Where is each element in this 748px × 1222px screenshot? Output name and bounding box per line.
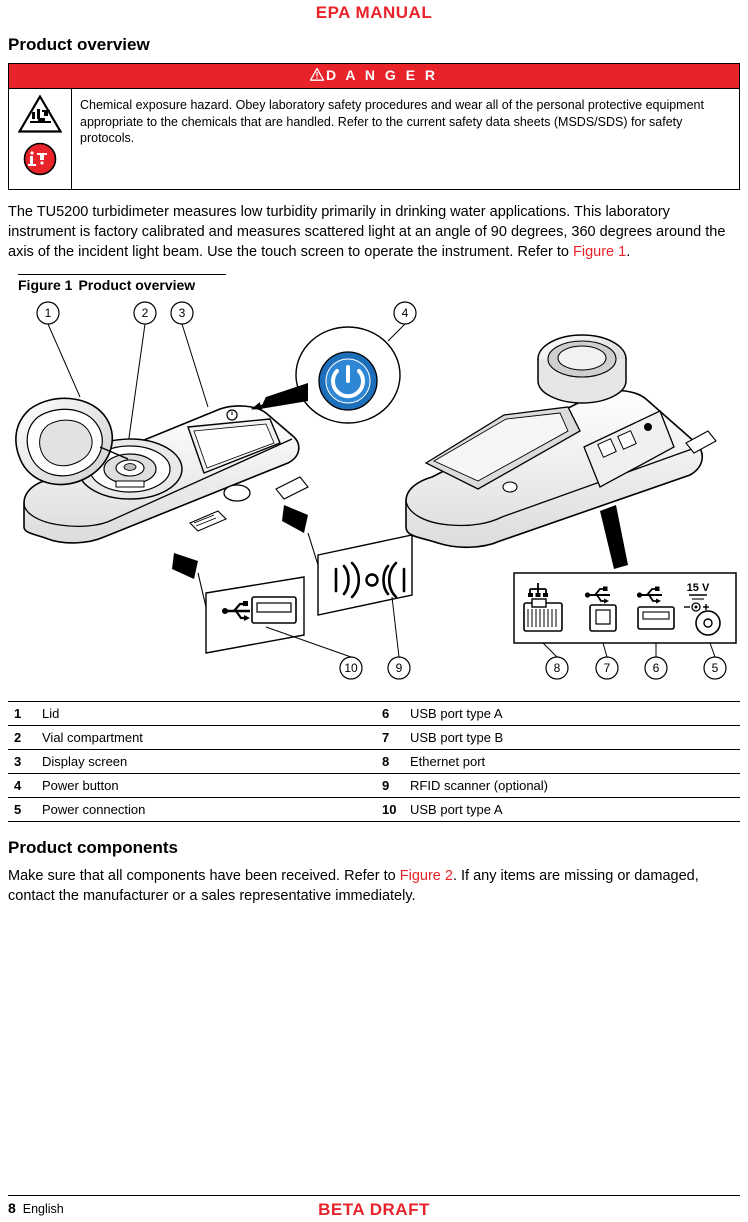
svg-text:5: 5 [712, 661, 719, 675]
legend-label: Power button [36, 773, 376, 798]
table-row: 3 Display screen 8 Ethernet port [8, 749, 740, 774]
legend-label: USB port type B [404, 725, 740, 750]
table-row: 5 Power connection 10 USB port type A [8, 797, 740, 822]
figure-callouts-bottom: 10 9 8 7 6 5 [339, 656, 727, 680]
legend-label: USB port type A [404, 701, 740, 726]
figure2-xref[interactable]: Figure 2 [400, 868, 453, 884]
rear-connector-panel-detail: 15 V [513, 505, 737, 644]
figure-1-product-overview: 1 2 3 4 15 V 10 9 8 7 6 5 [8, 297, 740, 697]
chemical-hazard-icon [17, 94, 63, 138]
lid-closed [537, 334, 627, 404]
figure1-xref[interactable]: Figure 1 [573, 244, 626, 260]
figure-caption-number: Figure 1 [18, 277, 73, 293]
legend-num: 5 [8, 797, 36, 822]
page-title: Product overview [8, 35, 150, 54]
intro-paragraph: The TU5200 turbidimeter measures low tur… [8, 202, 740, 262]
figure-caption-title: Product overview [78, 277, 196, 293]
instrument-left-view [15, 397, 309, 544]
svg-text:2: 2 [142, 306, 149, 320]
legend-label: Ethernet port [404, 749, 740, 774]
page: EPA MANUAL Product overview D A N G E R [0, 0, 748, 1222]
legend-label: Display screen [36, 749, 376, 774]
legend-label: RFID scanner (optional) [404, 773, 740, 798]
danger-text: Chemical exposure hazard. Obey laborator… [80, 98, 704, 145]
instrument-right-view [405, 334, 717, 549]
legend-num: 6 [376, 701, 404, 726]
warning-triangle-icon [309, 67, 325, 84]
svg-text:1: 1 [45, 306, 52, 320]
usb-port-detail [172, 553, 305, 654]
svg-text:4: 4 [402, 306, 409, 320]
intro-part2: . [626, 244, 631, 260]
header-banner: EPA MANUAL [315, 3, 433, 22]
figure-legend-table: 1 Lid 6 USB port type A 2 Vial compartme… [8, 701, 740, 822]
table-row: 4 Power button 9 RFID scanner (optional) [8, 773, 740, 798]
footer-banner: BETA DRAFT [318, 1200, 430, 1219]
danger-icons [9, 89, 72, 189]
legend-label: Vial compartment [36, 725, 376, 750]
danger-label: D A N G E R [325, 67, 439, 83]
svg-text:6: 6 [653, 661, 660, 675]
components-part1: Make sure that all components have been … [8, 868, 400, 884]
legend-num: 8 [376, 749, 404, 774]
svg-text:10: 10 [344, 661, 358, 675]
power-button-detail [250, 323, 406, 424]
legend-num: 1 [8, 701, 36, 726]
legend-label: Lid [36, 701, 376, 726]
svg-text:9: 9 [396, 661, 403, 675]
components-paragraph: Make sure that all components have been … [8, 866, 740, 906]
legend-num: 7 [376, 725, 404, 750]
connector-voltage-label: 15 V [687, 582, 710, 594]
corrosive-hazard-icon [23, 142, 57, 181]
legend-num: 10 [376, 797, 404, 822]
product-components-title: Product components [8, 838, 179, 857]
svg-text:3: 3 [179, 306, 186, 320]
danger-bar: D A N G E R [9, 64, 739, 89]
legend-num: 2 [8, 725, 36, 750]
footer-divider [8, 1195, 740, 1196]
figure-callouts-top: 1 2 3 4 [36, 301, 417, 325]
table-row: 2 Vial compartment 7 USB port type B [8, 725, 740, 750]
legend-label: Power connection [36, 797, 376, 822]
legend-num: 4 [8, 773, 36, 798]
svg-text:8: 8 [554, 661, 561, 675]
svg-text:7: 7 [604, 661, 611, 675]
danger-callout: D A N G E R Chemical exposure hazard. Ob… [8, 63, 740, 190]
table-row: 1 Lid 6 USB port type A [8, 701, 740, 726]
legend-label: USB port type A [404, 797, 740, 822]
legend-num: 9 [376, 773, 404, 798]
figure-caption: Figure 1 Product overview [18, 274, 226, 293]
legend-num: 3 [8, 749, 36, 774]
